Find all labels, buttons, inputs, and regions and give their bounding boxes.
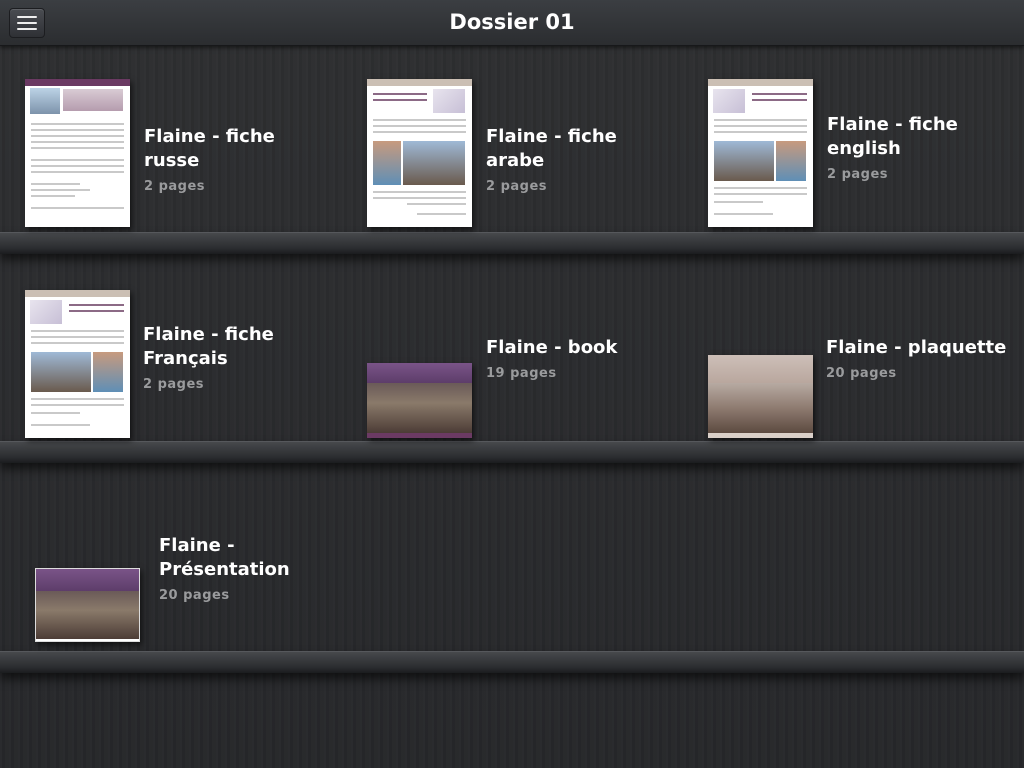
book-title[interactable]: Flaine - fiche arabe (486, 125, 676, 173)
book-cover-thumbnail[interactable] (367, 363, 472, 438)
book-title[interactable]: Flaine - fiche english (827, 113, 977, 161)
book-page-count: 19 pages (486, 366, 557, 381)
shelf-2 (0, 441, 1024, 463)
book-page-count: 2 pages (144, 179, 206, 194)
book-page-count: 2 pages (486, 179, 548, 194)
book-title[interactable]: Flaine - Présentation (159, 534, 329, 582)
book-cover-thumbnail[interactable] (25, 79, 130, 227)
book-page-count: 2 pages (827, 167, 889, 182)
book-title[interactable]: Flaine - fiche russe (144, 125, 334, 173)
book-cover-thumbnail[interactable] (35, 568, 140, 642)
shelf-1 (0, 232, 1024, 254)
book-cover-thumbnail[interactable] (367, 79, 472, 227)
book-title[interactable]: Flaine - fiche Français (143, 323, 303, 371)
book-title[interactable]: Flaine - book (486, 336, 676, 360)
book-page-count: 2 pages (143, 377, 205, 392)
book-page-count: 20 pages (826, 366, 897, 381)
shelf-3 (0, 651, 1024, 673)
book-cover-thumbnail[interactable] (708, 79, 813, 227)
top-bar: Dossier 01 (0, 0, 1024, 46)
book-cover-thumbnail[interactable] (25, 290, 130, 438)
book-page-count: 20 pages (159, 588, 230, 603)
page-title: Dossier 01 (449, 10, 575, 34)
book-title[interactable]: Flaine - plaquette (826, 336, 1016, 360)
book-cover-thumbnail[interactable] (708, 355, 813, 438)
